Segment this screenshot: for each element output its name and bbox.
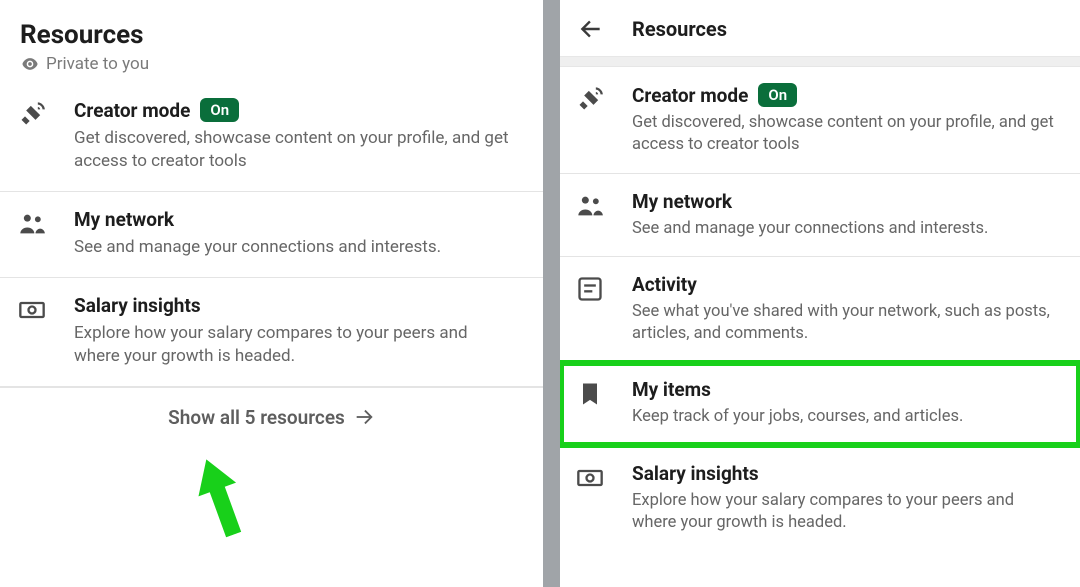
item-desc: Keep track of your jobs, courses, and ar…: [632, 406, 1062, 428]
section-divider: [560, 57, 1080, 67]
resource-item-creator-mode[interactable]: Creator mode On Get discovered, showcase…: [560, 67, 1080, 174]
resources-page-right: Resources Creator mode On Get discovered…: [560, 0, 1080, 587]
item-desc: See and manage your connections and inte…: [632, 218, 1062, 240]
resource-item-my-network[interactable]: My network See and manage your connectio…: [0, 192, 543, 278]
item-desc: Explore how your salary compares to your…: [74, 322, 514, 368]
bookmark-icon: [576, 380, 604, 408]
resources-title: Resources: [20, 20, 523, 50]
creator-mode-badge: On: [200, 98, 239, 122]
item-body: My network See and manage your connectio…: [632, 190, 1062, 240]
item-title: Salary insights: [74, 294, 523, 317]
annotation-arrow-icon: [169, 445, 272, 548]
item-title-row: Creator mode On: [74, 98, 523, 122]
item-title: Salary insights: [632, 462, 1062, 485]
item-icon-wrap: [576, 273, 616, 346]
resources-card-left: Resources Private to you Creator mode On…: [0, 0, 543, 587]
item-title-row: Creator mode On: [632, 83, 1062, 107]
item-desc: Get discovered, showcase content on your…: [74, 127, 514, 173]
item-body: Creator mode On Get discovered, showcase…: [632, 83, 1062, 157]
item-body: Salary insights Explore how your salary …: [632, 462, 1062, 535]
resources-list: Creator mode On Get discovered, showcase…: [560, 67, 1080, 550]
satellite-icon: [18, 100, 46, 128]
item-title: Creator mode: [74, 99, 190, 122]
creator-mode-badge: On: [758, 83, 797, 107]
item-icon-wrap: [576, 83, 616, 157]
show-all-resources-button[interactable]: Show all 5 resources: [0, 387, 543, 447]
item-icon-wrap: [18, 294, 58, 368]
resource-item-my-items[interactable]: My items Keep track of your jobs, course…: [560, 362, 1080, 445]
item-body: Creator mode On Get discovered, showcase…: [74, 98, 523, 173]
people-icon: [18, 210, 46, 238]
show-all-label: Show all 5 resources: [168, 406, 345, 429]
resources-header: Resources Private to you: [0, 0, 543, 82]
item-desc: Explore how your salary compares to your…: [632, 490, 1062, 535]
item-body: My items Keep track of your jobs, course…: [632, 378, 1062, 428]
item-desc: Get discovered, showcase content on your…: [632, 112, 1062, 157]
eye-icon: [20, 54, 40, 74]
item-icon-wrap: [576, 378, 616, 428]
private-label: Private to you: [46, 54, 149, 74]
page-header: Resources: [560, 0, 1080, 57]
money-icon: [576, 464, 604, 492]
resource-item-creator-mode[interactable]: Creator mode On Get discovered, showcase…: [0, 82, 543, 192]
resource-item-salary-insights[interactable]: Salary insights Explore how your salary …: [0, 278, 543, 387]
resource-item-my-network[interactable]: My network See and manage your connectio…: [560, 174, 1080, 257]
item-title: Activity: [632, 273, 1062, 296]
item-title: My network: [74, 208, 523, 231]
resource-item-activity[interactable]: Activity See what you've shared with you…: [560, 257, 1080, 363]
item-body: My network See and manage your connectio…: [74, 208, 523, 259]
private-row: Private to you: [20, 54, 523, 74]
back-arrow-icon[interactable]: [578, 16, 604, 42]
item-title: Creator mode: [632, 84, 748, 107]
people-icon: [576, 192, 604, 220]
item-body: Activity See what you've shared with you…: [632, 273, 1062, 346]
item-desc: See and manage your connections and inte…: [74, 236, 514, 259]
item-icon-wrap: [18, 208, 58, 259]
item-title: My network: [632, 190, 1062, 213]
money-icon: [18, 296, 46, 324]
item-desc: See what you've shared with your network…: [632, 301, 1062, 346]
item-body: Salary insights Explore how your salary …: [74, 294, 523, 368]
item-icon-wrap: [576, 190, 616, 240]
pane-divider: [543, 0, 560, 587]
item-icon-wrap: [18, 98, 58, 173]
resource-item-salary-insights[interactable]: Salary insights Explore how your salary …: [560, 446, 1080, 551]
arrow-right-icon: [353, 406, 375, 428]
activity-icon: [576, 275, 604, 303]
item-icon-wrap: [576, 462, 616, 535]
page-title: Resources: [632, 17, 727, 41]
item-title: My items: [632, 378, 1062, 401]
satellite-icon: [576, 85, 604, 113]
